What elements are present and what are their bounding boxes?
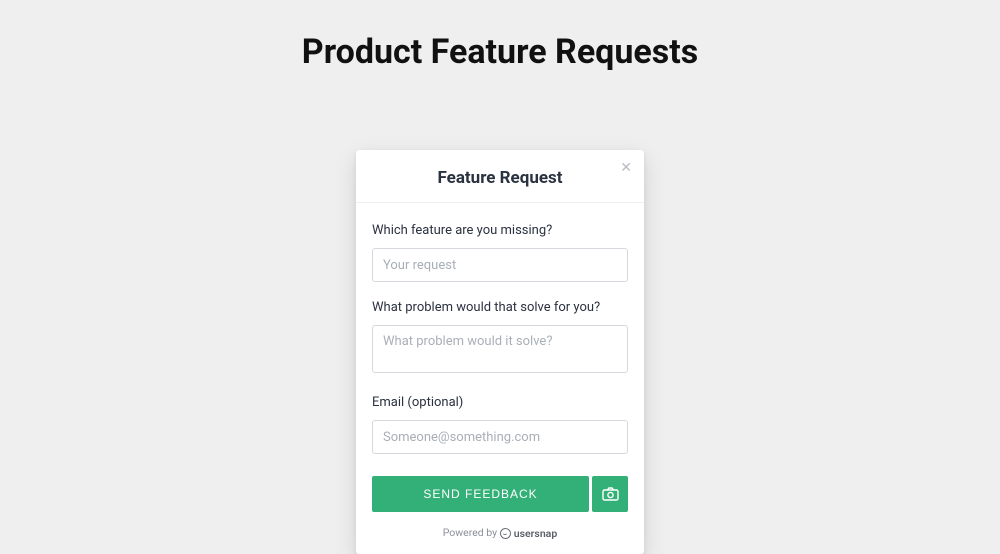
camera-icon xyxy=(602,487,619,501)
modal-actions: SEND FEEDBACK xyxy=(356,476,644,520)
powered-by-text: Powered by xyxy=(443,526,497,539)
brand-name: usersnap xyxy=(514,527,558,540)
modal-header: Feature Request ✕ xyxy=(356,150,644,203)
modal-body: Which feature are you missing? What prob… xyxy=(356,203,644,476)
feature-field-label: Which feature are you missing? xyxy=(372,223,628,238)
feature-input[interactable] xyxy=(372,248,628,282)
screenshot-button[interactable] xyxy=(592,476,628,512)
email-field-label: Email (optional) xyxy=(372,395,628,410)
send-feedback-button[interactable]: SEND FEEDBACK xyxy=(372,476,589,512)
modal-title: Feature Request xyxy=(372,168,628,188)
page-title: Product Feature Requests xyxy=(0,0,1000,72)
usersnap-logo-icon xyxy=(500,528,511,539)
problem-field-label: What problem would that solve for you? xyxy=(372,300,628,315)
close-button[interactable]: ✕ xyxy=(618,158,634,176)
close-icon: ✕ xyxy=(620,159,632,175)
problem-textarea[interactable] xyxy=(372,325,628,373)
email-input[interactable] xyxy=(372,420,628,454)
modal-footer: Powered by usersnap xyxy=(356,520,644,554)
brand-link[interactable]: usersnap xyxy=(500,527,558,540)
feature-request-modal: Feature Request ✕ Which feature are you … xyxy=(356,150,644,554)
